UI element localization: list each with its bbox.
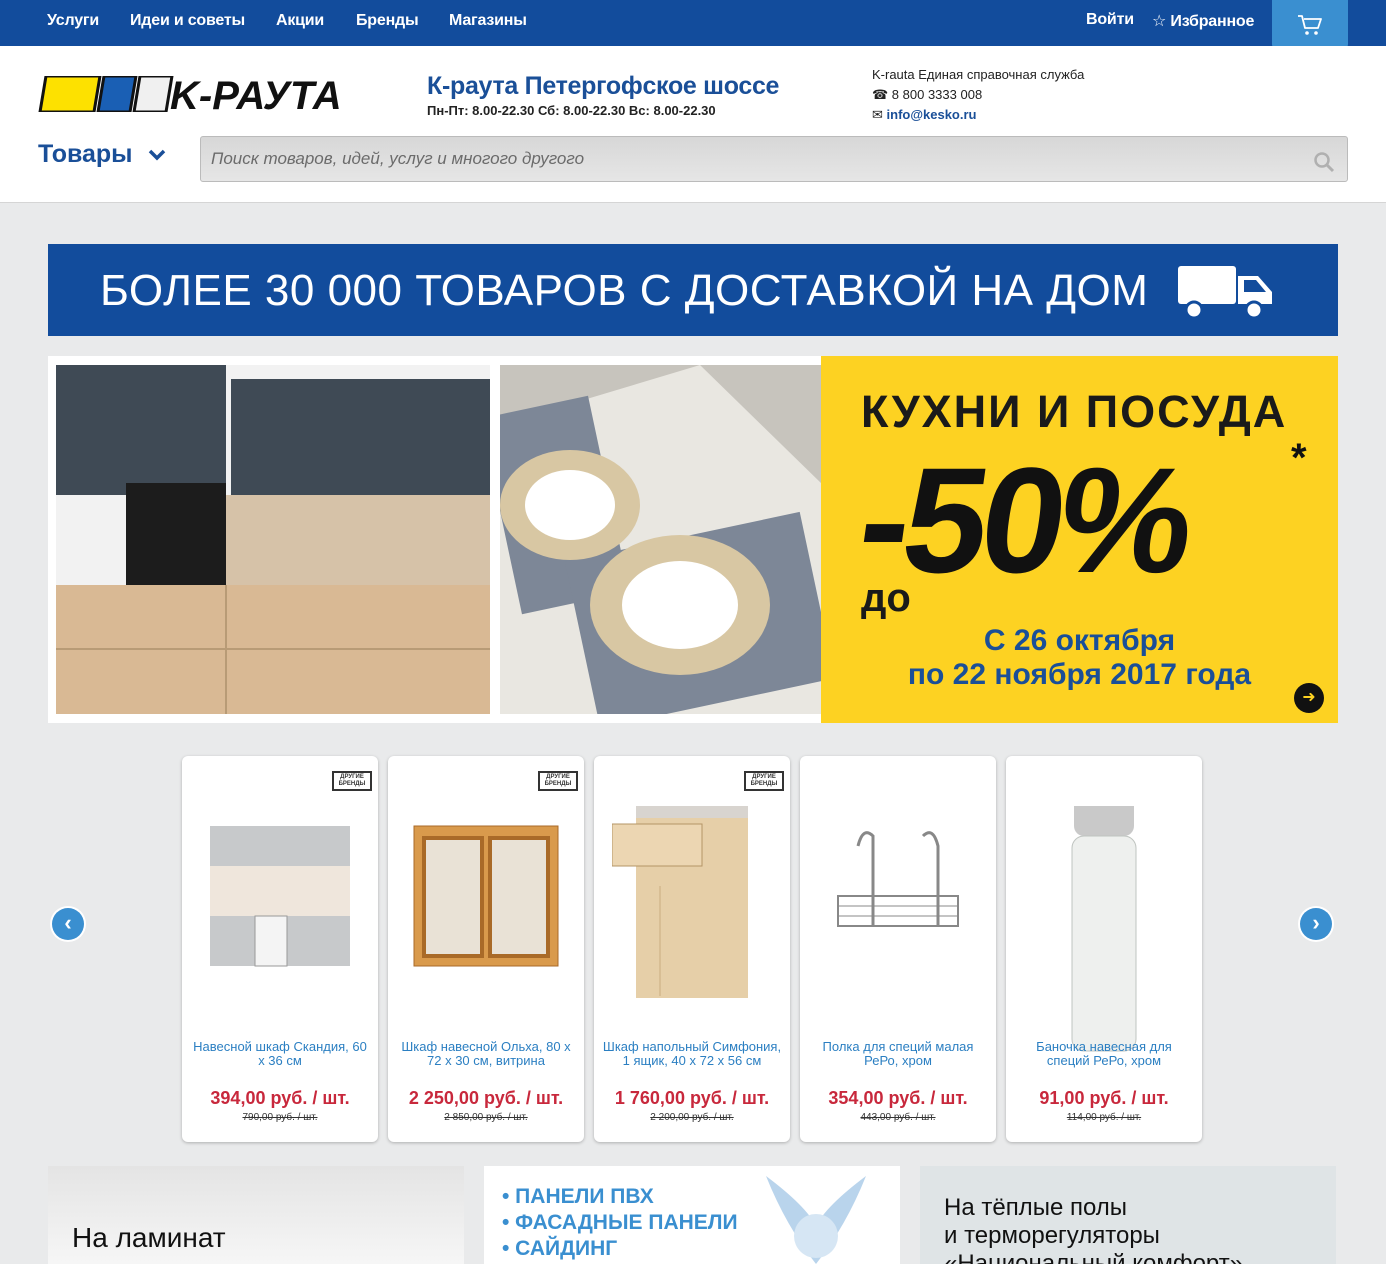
warm-floor-promo-tile[interactable]: На тёплые полы и терморегуляторы «Национ… [920,1166,1336,1264]
promo-date-end: по 22 ноября 2017 года [907,658,1252,691]
delivery-banner[interactable]: БОЛЕЕ 30 000 ТОВАРОВ С ДОСТАВКОЙ НА ДОМ [48,244,1338,336]
warm-floor-line: «Национальный комфорт» [944,1250,1244,1264]
brand-badge: ДРУГИЕ БРЕНДЫ [332,771,372,791]
product-price: 91,00 руб. / шт. [1039,1088,1169,1108]
tableware-image [500,365,823,714]
carousel-prev-button[interactable]: ‹ [52,908,84,940]
nav-brands[interactable]: Бренды [356,12,419,30]
mail-icon: ✉ [872,107,887,122]
product-old-price: 443,00 руб. / шт. [860,1112,936,1123]
product-image [612,806,748,998]
product-old-price: 2 200,00 руб. / шт. [650,1112,734,1123]
contact-phone[interactable]: ☎ 8 800 3333 008 [872,87,982,103]
promo-footnote-star: * [1291,436,1307,480]
nav-services[interactable]: Услуги [47,12,99,30]
product-price: 354,00 руб. / шт. [828,1088,968,1108]
brand-badge: ДРУГИЕ БРЕНДЫ [744,771,784,791]
store-title: К-раута Петергофское шоссе [427,72,780,100]
k-rauta-logo[interactable]: K-РАУТА [38,76,400,112]
laminate-promo-tile[interactable]: На ламинат [48,1166,464,1264]
product-name[interactable]: Баночка навесная для специй РеРо, хром [1014,1040,1194,1068]
product-old-price: 790,00 руб. / шт. [242,1112,318,1123]
panels-tile-list: • ПАНЕЛИ ПВХ • ФАСАДНЫЕ ПАНЕЛИ • САЙДИНГ [502,1184,738,1262]
product-name[interactable]: Навесной шкаф Скандия, 60 х 36 см [190,1040,370,1068]
search-bar [200,136,1348,182]
laminate-tile-title: На ламинат [72,1222,226,1253]
contact-email-row: ✉ info@kesko.ru [872,107,977,123]
cart-button[interactable] [1272,0,1348,50]
nav-ideas[interactable]: Идеи и советы [130,12,245,30]
product-old-price: 2 850,00 руб. / шт. [444,1112,528,1123]
store-hours: Пн-Пт: 8.00-22.30 Сб: 8.00-22.30 Вс: 8.0… [427,103,716,118]
product-card[interactable]: Баночка навесная для специй РеРо, хром 9… [1006,756,1202,1142]
product-old-price: 114,00 руб. / шт. [1066,1112,1142,1123]
login-link[interactable]: Войти [1086,11,1134,29]
panels-item: • ПАНЕЛИ ПВХ [502,1185,654,1208]
product-price: 1 760,00 руб. / шт. [614,1088,770,1108]
kitchen-image [56,365,490,714]
promo-prefix: до [861,576,911,620]
logo-text: K-РАУТА [170,76,342,112]
brand-badge: ДРУГИЕ БРЕНДЫ [538,771,578,791]
arrow-right-icon[interactable]: ➜ [1294,683,1324,713]
warm-floor-line: На тёплые полы [944,1194,1128,1221]
carousel-next-button[interactable]: › [1300,908,1332,940]
search-input[interactable] [211,145,1291,173]
search-icon[interactable] [1313,151,1335,173]
product-price: 394,00 руб. / шт. [210,1088,350,1108]
product-image [413,825,559,967]
product-name[interactable]: Шкаф напольный Симфония, 1 ящик, 40 х 72… [602,1040,782,1068]
product-card[interactable]: ДРУГИЕ БРЕНДЫ Шкаф напольный Симфония, 1… [594,756,790,1142]
chevron-down-icon [149,149,166,161]
product-image [1071,806,1137,1052]
warm-floor-line: и терморегуляторы [944,1222,1160,1249]
contact-title: K-rauta Единая справочная служба [872,67,1085,82]
promo-offer-panel[interactable]: КУХНИ И ПОСУДА -50% до * С 26 октября по… [821,356,1338,723]
nav-stores[interactable]: Магазины [449,12,527,30]
delivery-banner-text: БОЛЕЕ 30 000 ТОВАРОВ С ДОСТАВКОЙ НА ДОМ [100,266,1149,315]
panels-promo-tile[interactable]: • ПАНЕЛИ ПВХ • ФАСАДНЫЕ ПАНЕЛИ • САЙДИНГ [484,1166,900,1264]
panels-item: • ФАСАДНЫЕ ПАНЕЛИ [502,1211,738,1234]
product-card[interactable]: ДРУГИЕ БРЕНДЫ Навесной шкаф Скандия, 60 … [182,756,378,1142]
delivery-truck-icon [1178,266,1272,320]
viking-mascot-icon [766,1176,866,1264]
panels-item: • САЙДИНГ [502,1237,618,1260]
contact-email[interactable]: info@kesko.ru [887,107,977,122]
product-name[interactable]: Шкаф навесной Ольха, 80 х 72 х 30 см, ви… [396,1040,576,1068]
favorites-link[interactable]: ☆ Избранное [1152,11,1254,31]
warm-floor-tile-text: На тёплые полы и терморегуляторы «Национ… [944,1194,1243,1264]
promo-title: КУХНИ И ПОСУДА [861,386,1288,437]
goods-menu-label: Товары [38,140,133,168]
cart-icon [1298,15,1322,35]
product-name[interactable]: Полка для специй малая РеРо, хром [808,1040,988,1068]
goods-menu-button[interactable]: Товары [38,140,167,169]
product-image [210,826,350,967]
top-navigation: Услуги Идеи и советы Акции Бренды Магази… [0,0,1386,50]
product-image [837,831,959,927]
product-price: 2 250,00 руб. / шт. [408,1088,564,1108]
product-card[interactable]: ДРУГИЕ БРЕНДЫ Шкаф навесной Ольха, 80 х … [388,756,584,1142]
nav-promotions[interactable]: Акции [276,12,324,30]
site-header: K-РАУТА К-раута Петергофское шоссе Пн-Пт… [0,46,1386,203]
promo-date-start: С 26 октября [983,624,1176,657]
product-card[interactable]: Полка для специй малая РеРо, хром 354,00… [800,756,996,1142]
